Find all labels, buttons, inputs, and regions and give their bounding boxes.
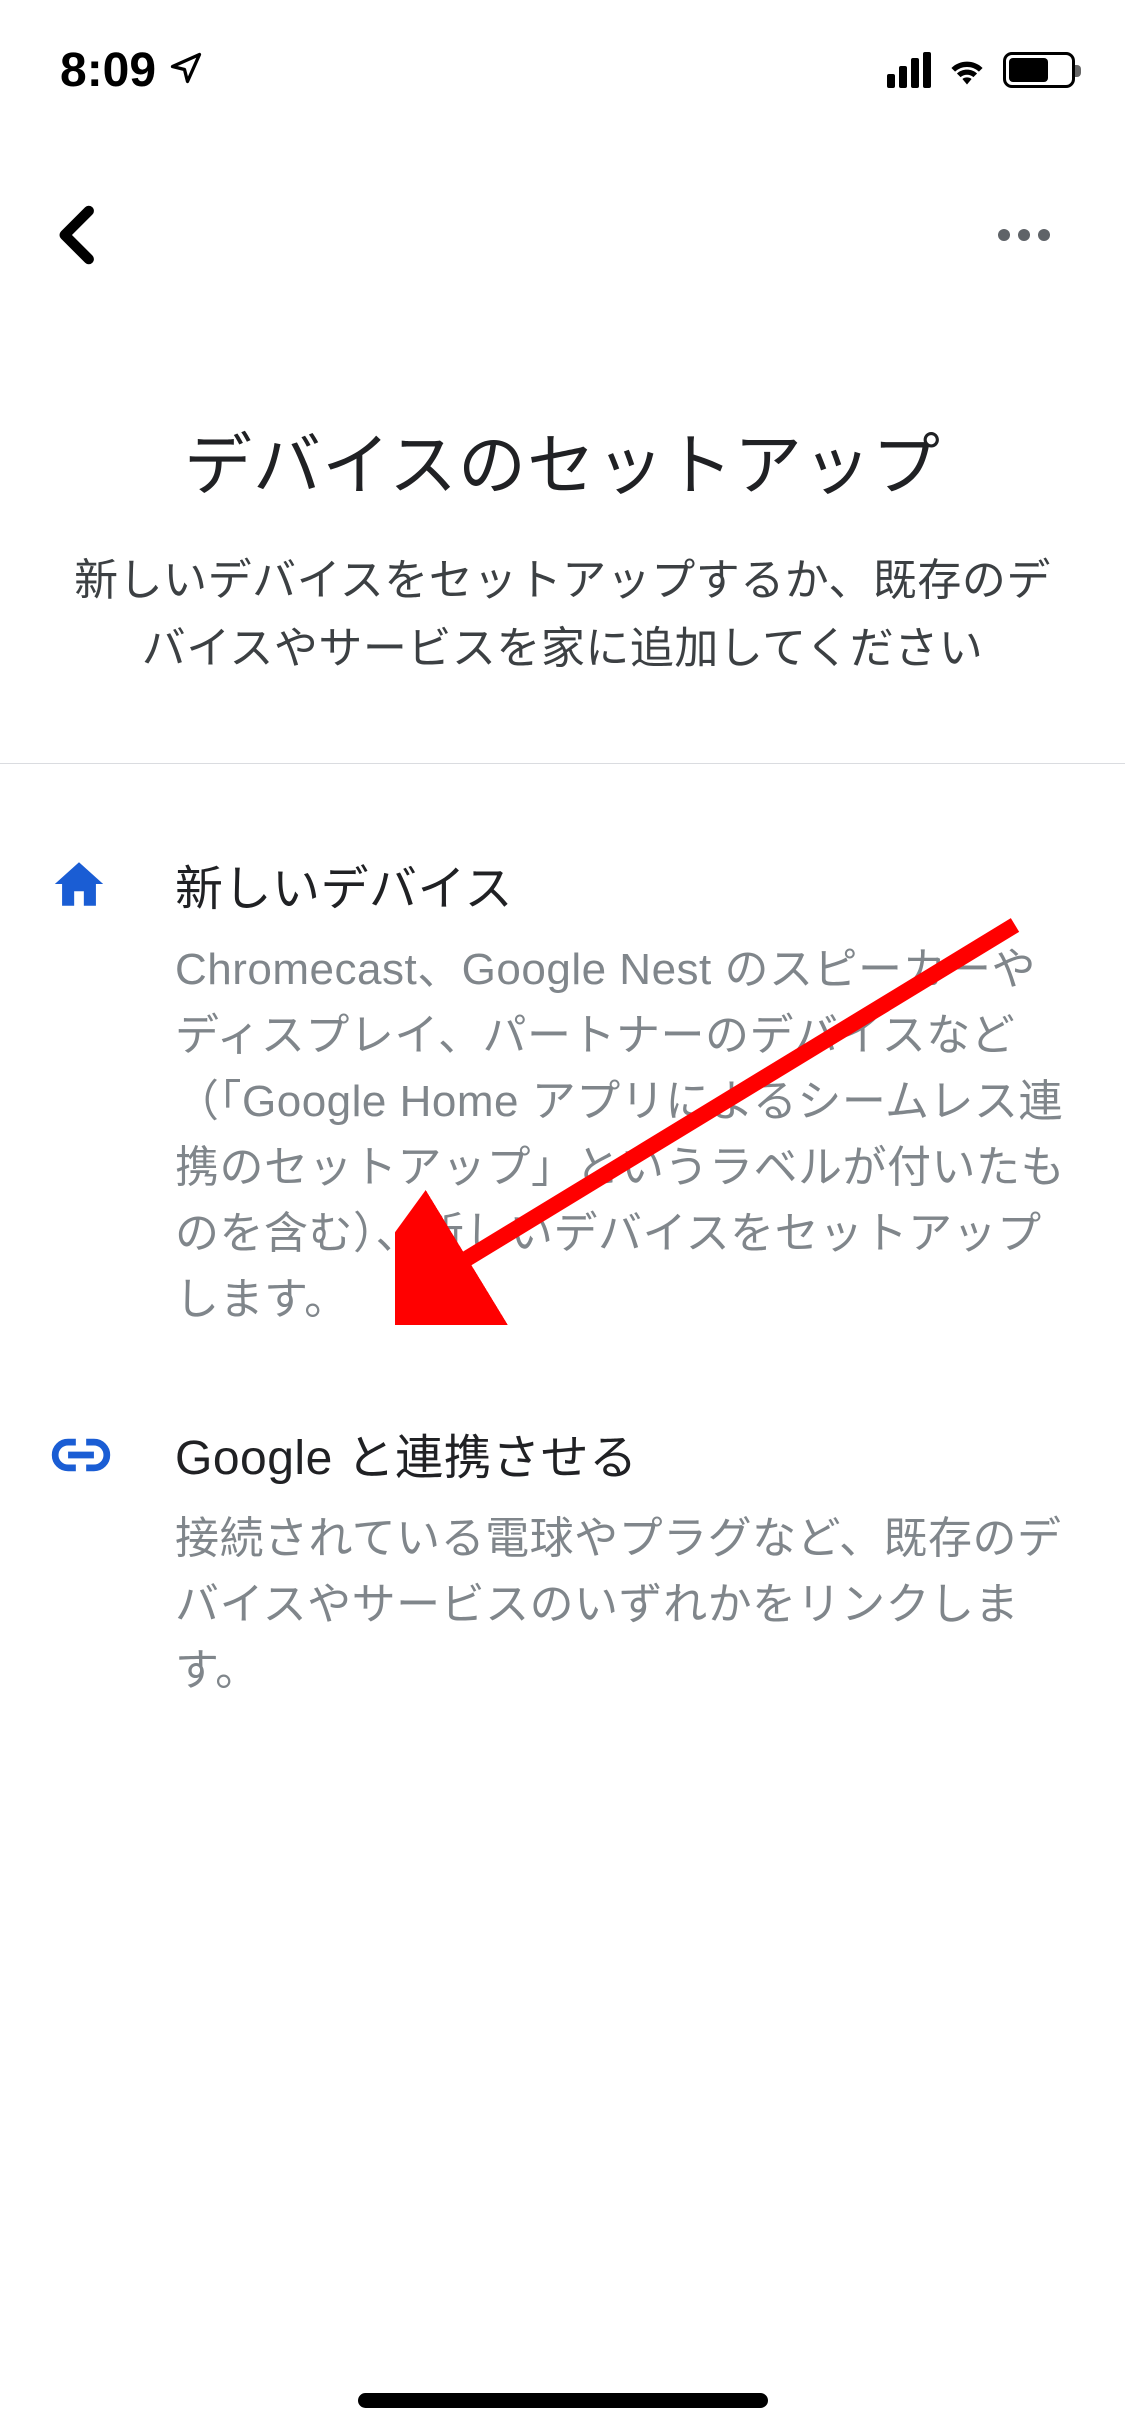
option-content: 新しいデバイス Chromecast、Google Nest のスピーカーやディ… bbox=[175, 849, 1075, 1333]
option-works-with-google[interactable]: Google と連携させる 接続されている電球やプラグなど、既存のデバイスやサー… bbox=[50, 1388, 1075, 1759]
page-title: デバイスのセットアップ bbox=[70, 410, 1055, 509]
option-title: Google と連携させる bbox=[175, 1418, 1075, 1488]
dot-icon bbox=[1018, 229, 1030, 241]
options-list: 新しいデバイス Chromecast、Google Nest のスピーカーやディ… bbox=[0, 764, 1125, 1814]
home-icon bbox=[50, 849, 120, 1333]
option-content: Google と連携させる 接続されている電球やプラグなど、既存のデバイスやサー… bbox=[175, 1418, 1075, 1704]
back-button[interactable] bbox=[40, 200, 110, 270]
location-icon bbox=[168, 43, 204, 98]
battery-icon bbox=[1003, 52, 1075, 88]
dot-icon bbox=[998, 229, 1010, 241]
option-new-device[interactable]: 新しいデバイス Chromecast、Google Nest のスピーカーやディ… bbox=[50, 819, 1075, 1388]
option-description: 接続されている電球やプラグなど、既存のデバイスやサービスのいずれかをリンクします… bbox=[175, 1506, 1075, 1704]
dot-icon bbox=[1038, 229, 1050, 241]
header-section: デバイスのセットアップ 新しいデバイスをセットアップするか、既存のデバイスやサー… bbox=[0, 310, 1125, 763]
status-left: 8:09 bbox=[60, 43, 204, 98]
cellular-icon bbox=[887, 52, 931, 88]
link-icon bbox=[50, 1418, 120, 1704]
nav-bar bbox=[0, 120, 1125, 310]
option-title: 新しいデバイス bbox=[175, 849, 1075, 919]
status-right bbox=[887, 50, 1075, 91]
option-description: Chromecast、Google Nest のスピーカーやディスプレイ、パート… bbox=[175, 937, 1075, 1333]
status-time: 8:09 bbox=[60, 43, 156, 98]
chevron-left-icon bbox=[54, 204, 96, 266]
status-bar: 8:09 bbox=[0, 0, 1125, 120]
page-subtitle: 新しいデバイスをセットアップするか、既存のデバイスやサービスを家に追加してくださ… bbox=[70, 547, 1055, 683]
wifi-icon bbox=[945, 50, 989, 91]
home-indicator[interactable] bbox=[358, 2393, 768, 2408]
more-button[interactable] bbox=[978, 209, 1070, 261]
